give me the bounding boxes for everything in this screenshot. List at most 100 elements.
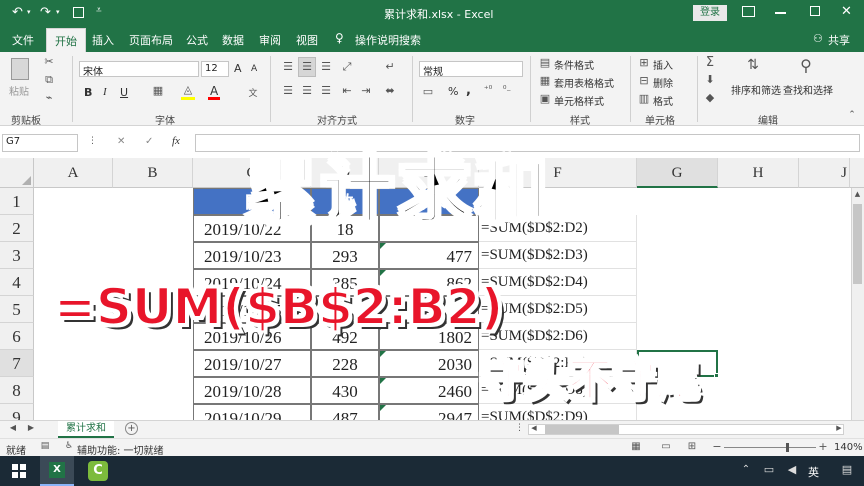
tab-data[interactable]: 数据 [222,32,244,48]
row-header-1[interactable]: 1 [0,188,34,215]
row-header-2[interactable]: 2 [0,215,34,242]
show-hidden-icons-icon[interactable]: ⌃ [740,464,752,475]
error-indicator-icon[interactable] [380,405,386,411]
cut-icon[interactable]: ✂ [42,55,56,68]
insert-function-button[interactable]: fx [172,135,180,147]
tab-view[interactable]: 视图 [296,32,318,48]
borders-icon[interactable]: ▦ [151,84,165,97]
insert-cells-button[interactable]: 插入 [653,57,673,72]
row-header-5[interactable]: 5 [0,296,34,323]
italic-button[interactable]: I [103,86,107,98]
confirm-entry-button[interactable]: ✓ [145,136,153,147]
tab-formulas[interactable]: 公式 [186,32,208,48]
increase-decimal-icon[interactable]: ⁺⁰ [480,85,496,95]
increase-indent-icon[interactable]: ⇥ [358,84,374,97]
wrap-text-icon[interactable]: ↵ [382,60,398,73]
network-icon[interactable]: ▭ [762,463,776,476]
zoom-out-icon[interactable]: − [712,440,722,453]
new-sheet-button[interactable]: + [125,422,138,435]
zoom-slider-thumb[interactable] [786,443,789,452]
orientation-icon[interactable]: ⤢ [339,60,355,74]
align-center-icon[interactable]: ☰ [299,84,315,97]
close-icon[interactable]: ✕ [841,4,852,19]
save-icon[interactable] [73,7,84,18]
tab-insert[interactable]: 插入 [92,32,114,48]
formula-text-cell[interactable]: =SUM($D$2:D3) [479,242,637,269]
paste-icon[interactable] [11,58,29,80]
cancel-entry-button[interactable]: ✕ [117,136,125,147]
row-header-7[interactable]: 7 [0,350,34,377]
col-header-g[interactable]: G [637,158,718,188]
table-cell-count[interactable]: 487 [311,404,379,420]
underline-button[interactable]: U [120,86,128,99]
table-cell-date[interactable]: 2019/10/29 [193,404,311,420]
row-header-8[interactable]: 8 [0,377,34,404]
font-name-select[interactable]: 宋体 [79,61,199,78]
format-as-table-button[interactable]: 套用表格格式 [554,75,614,90]
decrease-indent-icon[interactable]: ⇤ [339,84,355,97]
zoom-slider[interactable] [724,447,816,448]
login-button[interactable]: 登录 [693,5,727,21]
col-header-j[interactable]: J [826,158,850,188]
table-cell-count[interactable]: 430 [311,377,379,404]
shrink-font-icon[interactable]: A [251,64,257,74]
align-bottom-icon[interactable]: ☰ [318,60,334,73]
align-top-icon[interactable]: ☰ [280,60,296,73]
undo-icon[interactable]: ↶ [12,5,23,20]
prev-sheet-icon[interactable]: ◀ [8,423,18,432]
col-header-a[interactable]: A [34,158,113,188]
align-right-icon[interactable]: ☰ [318,84,334,97]
table-cell-date[interactable]: 2019/10/28 [193,377,311,404]
page-break-view-icon[interactable]: ⊞ [686,441,698,452]
zoom-in-icon[interactable]: + [818,440,828,453]
minimize-icon[interactable] [775,12,786,14]
row-header-9[interactable]: 9 [0,404,34,420]
scroll-right-icon[interactable]: ▶ [834,424,844,432]
macro-record-icon[interactable]: ▤ [40,441,50,451]
tab-home[interactable]: 开始 [46,28,86,52]
number-format-select[interactable]: 常规 [419,61,523,78]
undo-dropdown-icon[interactable]: ▾ [27,8,31,16]
accessibility-status[interactable]: 辅助功能: 一切就绪 [77,442,164,457]
error-indicator-icon[interactable] [380,351,386,357]
clear-icon[interactable]: ◆ [703,91,717,104]
comma-style-button[interactable]: , [466,83,471,98]
fill-icon[interactable]: ⬇ [703,73,717,86]
next-sheet-icon[interactable]: ▶ [26,423,36,432]
align-left-icon[interactable]: ☰ [280,84,296,97]
redo-icon[interactable]: ↷ [40,5,51,20]
redo-dropdown-icon[interactable]: ▾ [56,8,60,16]
format-cells-button[interactable]: 格式 [653,93,673,108]
horizontal-scroll-thumb[interactable] [545,425,619,434]
restore-icon[interactable] [810,6,820,16]
table-cell-cumsum[interactable]: 2030 [379,350,479,377]
paste-button[interactable]: 粘贴 [9,83,29,98]
table-cell-count[interactable]: 228 [311,350,379,377]
name-box[interactable]: G7 [2,134,78,152]
cell-styles-button[interactable]: 单元格样式 [554,93,604,108]
table-cell-date[interactable]: 2019/10/27 [193,350,311,377]
accounting-format-icon[interactable]: ▭ [421,85,435,98]
scroll-up-icon[interactable]: ▲ [851,190,864,198]
sort-filter-button[interactable]: 排序和筛选 [731,82,781,97]
conditional-formatting-button[interactable]: 条件格式 [554,57,594,72]
phonetic-icon[interactable]: 文 [246,86,260,99]
normal-view-icon[interactable]: ▦ [630,441,642,452]
bold-button[interactable]: B [84,86,92,99]
table-cell-cumsum[interactable]: 2460 [379,377,479,404]
tab-split-icon[interactable]: ⋮ [515,423,524,433]
collapse-ribbon-icon[interactable]: ⌃ [846,110,858,120]
fill-handle[interactable] [714,373,719,378]
error-indicator-icon[interactable] [380,378,386,384]
notifications-icon[interactable]: ▤ [840,463,854,476]
ribbon-display-options-icon[interactable] [742,6,755,17]
grow-font-icon[interactable]: A [234,62,242,75]
error-indicator-icon[interactable] [380,270,386,276]
font-size-select[interactable]: 12 [201,61,229,77]
scroll-left-icon[interactable]: ◀ [529,424,539,432]
volume-icon[interactable]: ◀ [785,463,799,476]
col-header-b[interactable]: B [113,158,193,188]
percent-style-button[interactable]: % [448,85,458,98]
col-header-h[interactable]: H [718,158,799,188]
sheet-tab-active[interactable]: 累计求和 [58,421,114,438]
